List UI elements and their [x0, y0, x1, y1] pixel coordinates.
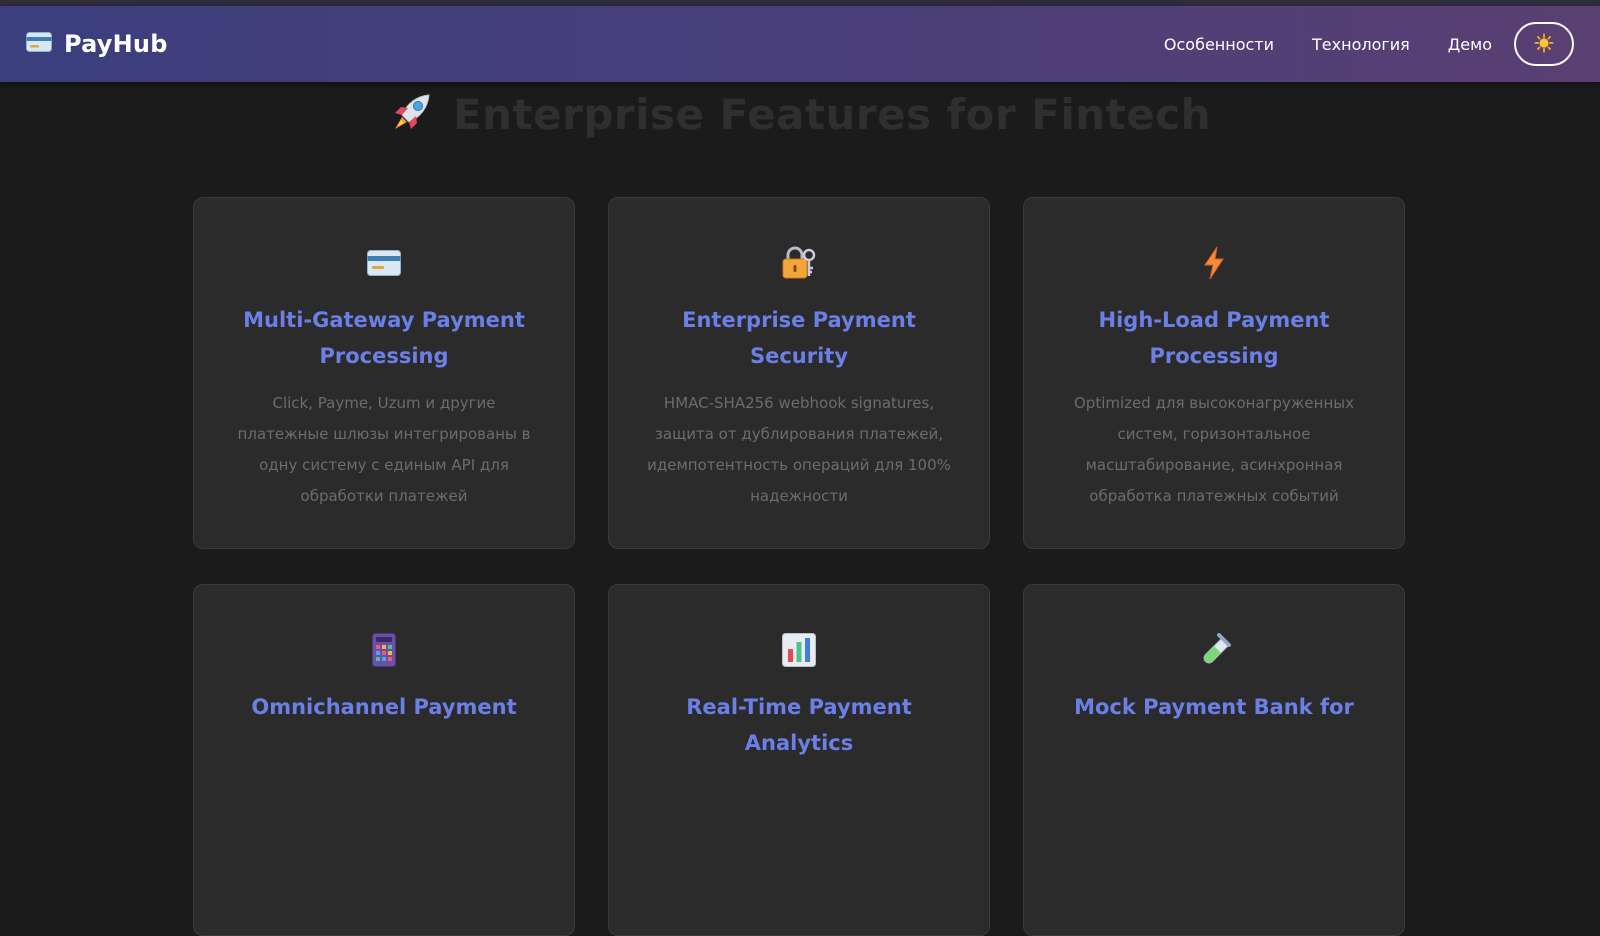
nav-link-features[interactable]: Особенности [1164, 35, 1274, 54]
feature-title: High-Load Payment Processing [1098, 308, 1330, 368]
feature-card[interactable]: Omnichannel Payment [193, 584, 575, 936]
feature-title: Enterprise Payment Security [682, 308, 916, 368]
brand-name: PayHub [64, 30, 168, 58]
sun-icon [1534, 33, 1554, 56]
feature-card[interactable]: Real-Time Payment Analytics [608, 584, 990, 936]
feature-title: Multi-Gateway Payment Processing [243, 308, 525, 368]
feature-description: HMAC-SHA256 webhook signatures, защита о… [647, 394, 951, 505]
feature-title: Real-Time Payment Analytics [686, 695, 912, 755]
lock-key-icon [781, 246, 817, 280]
nav-link-demo[interactable]: Демо [1448, 35, 1492, 54]
nav-link-technology[interactable]: Технология [1312, 35, 1410, 54]
theme-toggle-button[interactable] [1514, 22, 1574, 66]
feature-card[interactable]: Multi-Gateway Payment Processing Click, … [193, 197, 575, 549]
lightning-icon [1203, 246, 1225, 280]
test-tube-icon [1197, 633, 1231, 667]
feature-title: Mock Payment Bank for [1074, 695, 1354, 719]
credit-card-icon [367, 246, 401, 280]
credit-card-icon [26, 32, 52, 56]
bar-chart-icon [782, 633, 816, 667]
feature-description: Optimized для высоконагруженных систем, … [1074, 394, 1354, 505]
page-title: Enterprise Features for Fintech [452, 89, 1212, 139]
rocket-icon [389, 89, 435, 139]
feature-card[interactable]: High-Load Payment Processing Optimized д… [1023, 197, 1405, 549]
feature-description: Click, Payme, Uzum и другие платежные шл… [237, 394, 531, 505]
features-grid: Multi-Gateway Payment Processing Click, … [193, 197, 1405, 936]
feature-card[interactable]: Enterprise Payment Security HMAC-SHA256 … [608, 197, 990, 549]
calculator-icon [372, 633, 396, 667]
feature-title: Omnichannel Payment [251, 695, 517, 719]
navbar: PayHub Особенности Технология Демо [0, 6, 1600, 82]
features-heading: Enterprise Features for Fintech [0, 86, 1600, 142]
brand-logo[interactable]: PayHub [26, 30, 168, 58]
nav-menu: Особенности Технология Демо [1126, 22, 1574, 66]
feature-card[interactable]: Mock Payment Bank for [1023, 584, 1405, 936]
